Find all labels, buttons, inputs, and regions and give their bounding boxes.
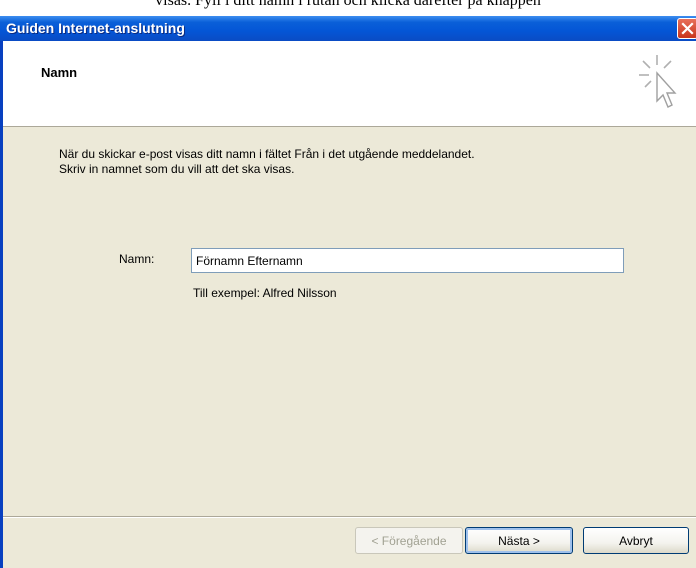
cancel-button[interactable]: Avbryt	[583, 527, 689, 554]
description-line-2: Skriv in namnet som du vill att det ska …	[59, 162, 295, 176]
wizard-header: Namn	[3, 41, 696, 127]
caption-text: visas. Fyll i ditt namn i rutan och klic…	[0, 0, 696, 16]
back-button[interactable]: < Föregående	[355, 527, 463, 554]
example-text: Till exempel: Alfred Nilsson	[193, 286, 337, 300]
page-title: Namn	[41, 65, 78, 80]
window-title: Guiden Internet-anslutning	[6, 20, 185, 36]
wizard-client-area: Namn När du skickar e-post visas ditt na…	[3, 41, 696, 568]
description-line-1: När du skickar e-post visas ditt namn i …	[59, 147, 475, 161]
close-button[interactable]	[677, 18, 696, 39]
name-label: Namn:	[119, 252, 155, 266]
title-bar[interactable]: Guiden Internet-anslutning	[0, 16, 696, 41]
wizard-window: Guiden Internet-anslutning Namn När du s…	[0, 16, 696, 568]
close-icon	[681, 22, 694, 35]
footer-divider	[3, 516, 696, 518]
description: När du skickar e-post visas ditt namn i …	[59, 147, 659, 177]
wizard-cursor-icon	[639, 53, 685, 118]
next-button[interactable]: Nästa >	[465, 527, 573, 554]
name-input[interactable]	[191, 248, 624, 273]
